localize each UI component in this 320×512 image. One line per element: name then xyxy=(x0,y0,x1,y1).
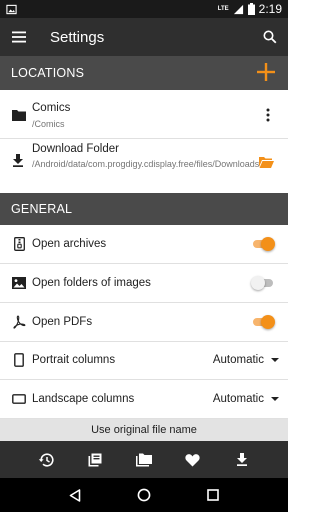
search-button[interactable] xyxy=(252,18,288,56)
folders-icon xyxy=(135,453,152,466)
pdf-icon-wrap xyxy=(0,315,32,329)
setting-label: Open PDFs xyxy=(32,316,93,328)
setting-landscape-columns[interactable]: Landscape columns Automatic xyxy=(0,380,288,419)
location-item-comics[interactable]: Comics /Comics xyxy=(0,90,288,139)
network-type: LTE xyxy=(217,6,229,12)
folder-open-icon xyxy=(259,157,274,168)
locations-header: LOCATIONS xyxy=(0,56,288,90)
toggle-thumb xyxy=(251,276,265,290)
locations-header-label: LOCATIONS xyxy=(11,66,85,80)
page-title: Settings xyxy=(50,28,105,46)
portrait-columns-dropdown[interactable]: Automatic xyxy=(213,354,279,366)
back-icon xyxy=(69,488,80,502)
notification-image-icon xyxy=(6,4,17,14)
landscape-icon-wrap xyxy=(0,394,32,404)
status-bar: LTE 2:19 xyxy=(0,0,288,18)
home-icon xyxy=(137,488,151,502)
library-icon xyxy=(88,453,102,466)
status-right: LTE 2:19 xyxy=(218,2,282,16)
battery-icon xyxy=(247,3,255,15)
favorites-icon xyxy=(185,453,200,466)
app-bar: Settings xyxy=(0,18,288,56)
library-button[interactable] xyxy=(82,447,108,473)
search-icon xyxy=(263,30,277,44)
plus-icon xyxy=(257,63,275,81)
image-icon xyxy=(12,277,26,289)
open-archives-toggle[interactable] xyxy=(251,237,275,251)
open-folder-button[interactable] xyxy=(259,155,274,173)
history-button[interactable] xyxy=(33,447,59,473)
open-folders-toggle[interactable] xyxy=(251,276,275,290)
folder-icon xyxy=(12,110,26,121)
location-path: /Android/data/com.progdigy.cdisplay.free… xyxy=(32,159,260,169)
recents-icon xyxy=(207,489,220,501)
location-path: /Comics xyxy=(32,119,65,129)
signal-icon xyxy=(233,4,243,14)
folders-button[interactable] xyxy=(131,447,157,473)
status-time: 2:19 xyxy=(258,2,282,16)
setting-label: Open folders of images xyxy=(32,277,151,289)
general-header: GENERAL xyxy=(0,193,288,225)
portrait-icon xyxy=(14,353,24,367)
image-icon-wrap xyxy=(0,277,32,289)
dropdown-caret-icon xyxy=(271,358,279,362)
menu-icon xyxy=(12,31,26,43)
location-name: Comics xyxy=(32,102,71,114)
setting-open-folders-of-images[interactable]: Open folders of images xyxy=(0,264,288,303)
dropdown-caret-icon xyxy=(271,397,279,401)
location-name: Download Folder xyxy=(32,143,119,155)
setting-open-archives[interactable]: Open archives xyxy=(0,225,288,264)
bottom-nav xyxy=(0,441,288,478)
more-vert-icon xyxy=(266,108,270,122)
setting-label: Open archives xyxy=(32,238,107,250)
dropdown-value: Automatic xyxy=(212,354,264,366)
add-location-button[interactable] xyxy=(256,62,276,82)
system-nav xyxy=(0,478,288,512)
landscape-icon xyxy=(12,394,26,404)
home-button[interactable] xyxy=(132,483,156,507)
history-icon xyxy=(39,452,54,467)
downloads-button[interactable] xyxy=(229,447,255,473)
favorites-button[interactable] xyxy=(180,447,206,473)
portrait-icon-wrap xyxy=(0,353,32,367)
archive-icon-wrap xyxy=(0,237,32,251)
setting-portrait-columns[interactable]: Portrait columns Automatic xyxy=(0,341,288,380)
setting-use-original-file-name[interactable]: Use original file name xyxy=(0,419,288,441)
open-pdfs-toggle[interactable] xyxy=(251,315,275,329)
downloads-icon xyxy=(236,453,247,466)
location-menu-button[interactable] xyxy=(266,108,270,122)
download-icon xyxy=(13,154,23,167)
general-header-label: GENERAL xyxy=(11,202,73,216)
location-item-download-folder[interactable]: Download Folder /Android/data/com.progdi… xyxy=(0,139,288,193)
status-left xyxy=(6,4,17,15)
toggle-thumb xyxy=(261,237,275,251)
landscape-columns-dropdown[interactable]: Automatic xyxy=(213,393,279,405)
archive-icon xyxy=(13,237,25,251)
menu-button[interactable] xyxy=(0,18,38,56)
dropdown-value: Automatic xyxy=(212,393,264,405)
setting-open-pdfs[interactable]: Open PDFs xyxy=(0,303,288,342)
pdf-icon xyxy=(13,315,26,329)
toggle-thumb xyxy=(261,315,275,329)
recents-button[interactable] xyxy=(201,483,225,507)
back-button[interactable] xyxy=(63,483,87,507)
